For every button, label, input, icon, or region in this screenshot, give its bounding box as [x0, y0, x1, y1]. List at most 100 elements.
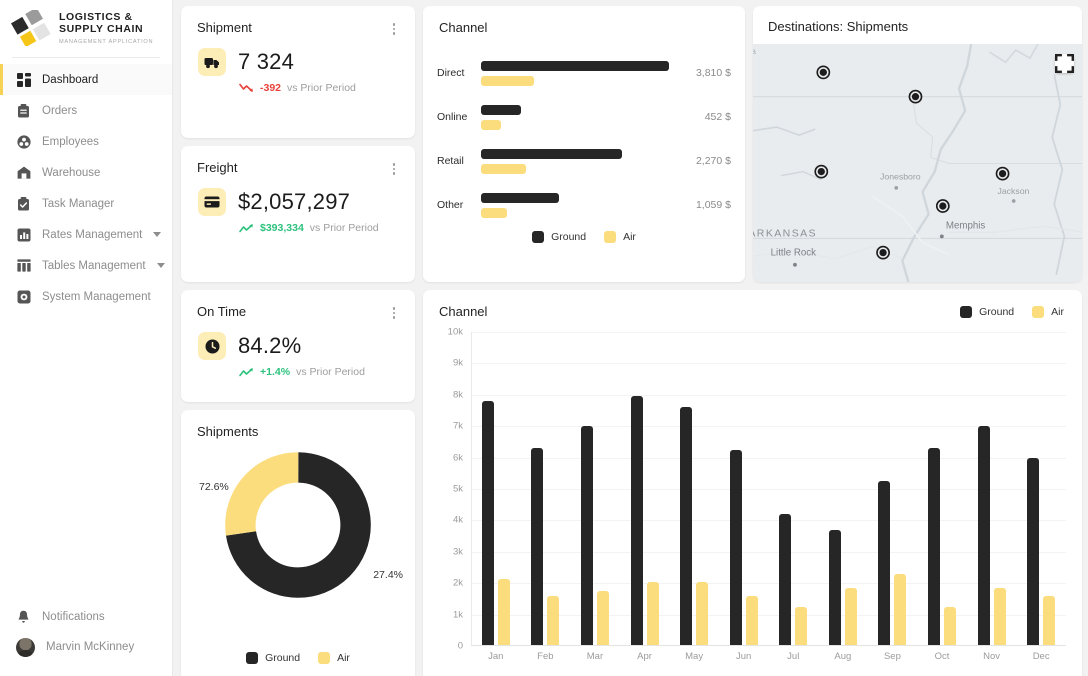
sidebar-item-label: Orders [42, 105, 77, 117]
sidebar-user-profile[interactable]: Marvin McKinney [0, 632, 172, 662]
kpi-delta-row: -392 vs Prior Period [181, 76, 415, 94]
bar-ground[interactable] [631, 396, 643, 646]
avatar [16, 638, 35, 657]
chevron-down-icon[interactable] [157, 263, 165, 268]
sidebar-item-employees[interactable]: Employees [0, 126, 172, 157]
x-axis: JanFebMarAprMayJunJulAugSepOctNovDec [471, 646, 1066, 668]
legend-label-ground: Ground [265, 652, 300, 664]
bar-air[interactable] [481, 208, 507, 218]
bar-air[interactable] [696, 582, 708, 646]
sidebar: LOGISTICS & SUPPLY CHAIN MANAGEMENT APPL… [0, 0, 173, 676]
bar-air[interactable] [547, 596, 559, 646]
bar-ground[interactable] [481, 105, 521, 115]
svg-text:a: a [753, 47, 756, 56]
bar-air[interactable] [746, 596, 758, 646]
sidebar-item-dashboard[interactable]: Dashboard [0, 64, 172, 95]
map-canvas[interactable]: Jonesboro Jackson Memphis ARKANSAS Littl… [753, 44, 1082, 282]
chevron-down-icon[interactable] [153, 232, 161, 237]
y-axis-tick-label: 8k [453, 389, 463, 400]
legend-item-air: Air [318, 652, 350, 664]
month-column [471, 332, 521, 646]
bar-ground[interactable] [829, 530, 841, 646]
bar-air[interactable] [1043, 596, 1055, 646]
legend-item-ground: Ground [960, 306, 1014, 318]
sidebar-item-label: Dashboard [42, 74, 98, 86]
bar-ground[interactable] [730, 450, 742, 646]
bar-air[interactable] [944, 607, 956, 646]
destinations-map-card: Destinations: Shipments Jonesboro [753, 6, 1082, 282]
legend-item-ground: Ground [246, 652, 300, 664]
sidebar-item-orders[interactable]: Orders [0, 95, 172, 126]
bar-ground[interactable] [928, 448, 940, 646]
sidebar-item-label: Tables Management [42, 260, 146, 272]
bar-ground[interactable] [581, 426, 593, 646]
card-menu-button[interactable] [387, 21, 401, 37]
card-title: Shipment [181, 6, 415, 35]
bar-air[interactable] [647, 582, 659, 646]
bar-ground[interactable] [779, 514, 791, 646]
svg-text:Jackson: Jackson [998, 186, 1030, 196]
bar-ground[interactable] [531, 448, 543, 646]
card-title: Shipments [181, 410, 415, 439]
month-column [917, 332, 967, 646]
svg-text:Little Rock: Little Rock [771, 248, 817, 259]
channel-bars [481, 149, 683, 174]
kpi-value-row: 84.2% [181, 319, 415, 360]
brand-line2: SUPPLY CHAIN [59, 23, 153, 36]
card-title: Channel [439, 304, 487, 319]
card-menu-button[interactable] [387, 161, 401, 177]
brand-line1: LOGISTICS & [59, 11, 153, 24]
channel-value: 1,059 $ [683, 199, 745, 211]
kpi-value: 84.2% [238, 333, 301, 359]
fullscreen-expand-icon[interactable] [1055, 54, 1074, 73]
bar-ground[interactable] [1027, 458, 1039, 646]
bar-ground[interactable] [481, 149, 622, 159]
x-axis-tick-label: Apr [620, 646, 670, 668]
bar-air[interactable] [498, 579, 510, 647]
settings-gear-icon [16, 289, 31, 304]
bar-ground[interactable] [482, 401, 494, 646]
channel-label: Online [437, 111, 481, 123]
donut-label-air: 27.4% [373, 569, 403, 581]
bar-air[interactable] [481, 76, 534, 86]
table-icon [16, 258, 31, 273]
kpi-value: 7 324 [238, 49, 294, 75]
bar-air[interactable] [994, 588, 1006, 646]
bar-chart-icon [16, 227, 31, 242]
sidebar-item-notifications[interactable]: Notifications [0, 602, 172, 632]
bar-air[interactable] [795, 607, 807, 646]
sidebar-item-tables-management[interactable]: Tables Management [0, 250, 172, 281]
shipments-donut-card: Shipments 72.6% 27.4% Ground Air [181, 410, 415, 676]
channel-row: Other 1,059 $ [423, 183, 745, 227]
legend-label-air: Air [623, 231, 636, 243]
y-axis: 01k2k3k4k5k6k7k8k9k10k [439, 332, 469, 646]
bar-ground[interactable] [481, 193, 559, 203]
bar-ground[interactable] [481, 61, 669, 71]
legend-label-ground: Ground [979, 306, 1014, 318]
logo-icon [10, 10, 52, 46]
channel-bars [481, 105, 683, 130]
bar-ground[interactable] [878, 481, 890, 646]
bar-ground[interactable] [680, 407, 692, 646]
sidebar-item-task-manager[interactable]: Task Manager [0, 188, 172, 219]
card-menu-button[interactable] [387, 305, 401, 321]
sidebar-item-system-management[interactable]: System Management [0, 281, 172, 312]
y-axis-tick-label: 3k [453, 546, 463, 557]
kpi-delta-value: +1.4% [260, 366, 290, 378]
donut-chart: 72.6% 27.4% [181, 439, 415, 601]
kpi-value: $2,057,297 [238, 189, 350, 215]
channel-label: Other [437, 199, 481, 211]
sidebar-item-warehouse[interactable]: Warehouse [0, 157, 172, 188]
brand-logo[interactable]: LOGISTICS & SUPPLY CHAIN MANAGEMENT APPL… [0, 0, 172, 57]
bar-air[interactable] [481, 164, 526, 174]
kpi-delta-value: $393,334 [260, 222, 304, 234]
bar-air[interactable] [597, 591, 609, 646]
card-title: Destinations: Shipments [753, 6, 1082, 45]
sidebar-item-rates-management[interactable]: Rates Management [0, 219, 172, 250]
bar-air[interactable] [845, 588, 857, 646]
legend-swatch-ground [532, 231, 544, 243]
bar-air[interactable] [894, 574, 906, 646]
channel-label: Retail [437, 155, 481, 167]
bar-ground[interactable] [978, 426, 990, 646]
bar-air[interactable] [481, 120, 501, 130]
